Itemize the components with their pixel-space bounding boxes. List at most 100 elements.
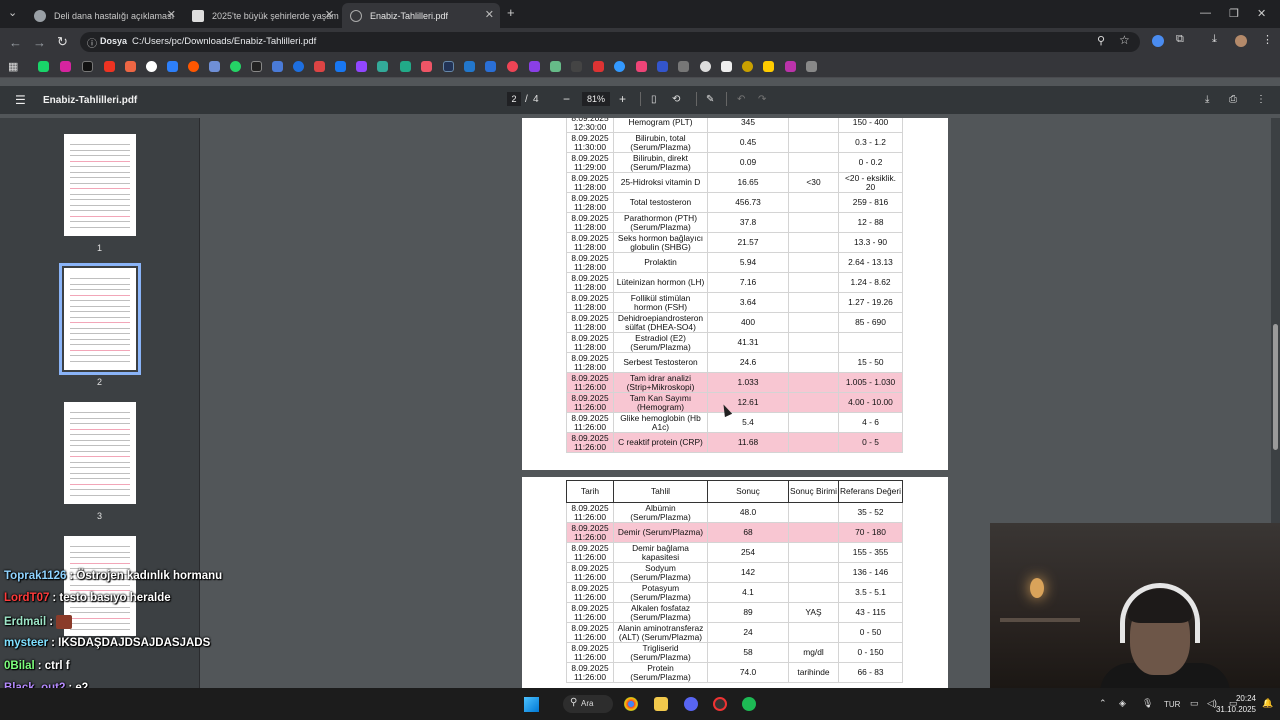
rotate-icon[interactable]: ⟲ (672, 94, 680, 105)
unit-cell: tarihinde (788, 662, 839, 683)
tab-deli-dana[interactable]: Deli dana hastalığı açıklaması ✕ (26, 3, 182, 28)
pdf-more-icon[interactable]: ⋮ (1256, 94, 1266, 105)
bookmark-icon[interactable] (593, 61, 604, 72)
bookmark-google-icon[interactable] (146, 61, 157, 72)
bookmark-icon[interactable] (485, 61, 496, 72)
bookmark-icon[interactable] (614, 61, 625, 72)
bookmark-icon[interactable] (763, 61, 774, 72)
menu-kebab-icon[interactable]: ⋮ (1262, 33, 1273, 46)
close-window-icon[interactable]: ✕ (1257, 7, 1266, 20)
bookmark-icon[interactable] (571, 61, 582, 72)
address-url[interactable]: C:/Users/pc/Downloads/Enabiz-Tahlilleri.… (132, 36, 316, 47)
file-explorer-icon[interactable] (654, 697, 668, 711)
minimize-icon[interactable]: — (1200, 7, 1211, 19)
bookmark-icon[interactable] (742, 61, 753, 72)
bookmark-twitch-icon[interactable] (356, 61, 367, 72)
print-icon[interactable]: ⎙ (1229, 94, 1237, 105)
bookmark-icon[interactable] (377, 61, 388, 72)
download-icon[interactable]: ⤓ (1212, 33, 1217, 46)
tab-enabiz-pdf[interactable]: Enabiz-Tahlilleri.pdf ✕ (342, 3, 500, 28)
bookmark-youtube-icon[interactable] (104, 61, 115, 72)
bookmark-icon[interactable] (529, 61, 540, 72)
bookmark-icon[interactable] (443, 61, 454, 72)
thumbnail-page-3[interactable] (64, 402, 136, 504)
pdf-download-icon[interactable]: ⤓ (1205, 94, 1209, 105)
zoom-out-button[interactable]: − (563, 92, 570, 106)
bookmark-icon[interactable] (464, 61, 475, 72)
bookmark-star-icon[interactable]: ☆ (1119, 33, 1130, 47)
bookmark-icon[interactable] (678, 61, 689, 72)
undo-icon[interactable]: ↶ (737, 94, 745, 105)
taskbar-clock[interactable]: 20:24 31.10.2025 (1216, 693, 1256, 715)
redo-icon[interactable]: ↷ (758, 94, 766, 105)
bookmark-icon[interactable] (785, 61, 796, 72)
thumbnail-line (70, 360, 130, 362)
bookmark-icon[interactable] (657, 61, 668, 72)
start-windows-icon[interactable] (524, 697, 539, 712)
bookmark-icon[interactable] (806, 61, 817, 72)
close-icon[interactable]: ✕ (325, 8, 334, 21)
language-indicator[interactable]: TUR (1164, 700, 1180, 709)
bookmark-facebook-icon[interactable] (335, 61, 346, 72)
notification-icon[interactable]: 🔔 (1262, 698, 1273, 709)
bookmark-whatsapp-icon[interactable] (230, 61, 241, 72)
spotify-icon[interactable] (742, 697, 756, 711)
avatar[interactable] (1235, 35, 1247, 47)
thumbnail-page-2[interactable] (59, 263, 141, 375)
bookmark-icon[interactable] (507, 61, 518, 72)
network-icon[interactable]: ▭ (1190, 698, 1199, 709)
test-time: 11:26:00 (574, 511, 606, 522)
restore-icon[interactable]: ❐ (1229, 7, 1239, 20)
page-number-input[interactable]: 2 (507, 92, 521, 106)
bookmark-icon[interactable] (314, 61, 325, 72)
chrome-icon[interactable] (624, 697, 638, 711)
bookmark-icon[interactable] (125, 61, 136, 72)
tray-app-icon[interactable]: ◈ (1119, 698, 1126, 709)
bookmark-icon[interactable] (700, 61, 711, 72)
bookmark-icon[interactable] (251, 61, 262, 72)
info-icon[interactable]: ⓘ (87, 35, 97, 50)
microphone-icon[interactable]: 🎙 (1142, 698, 1153, 709)
tab-search-icon[interactable]: ⌄ (8, 6, 17, 19)
zoom-in-button[interactable]: + (619, 92, 626, 106)
close-icon[interactable]: ✕ (167, 8, 176, 21)
extensions-puzzle-icon[interactable]: ⧉ (1176, 33, 1184, 46)
bookmark-icon[interactable] (209, 61, 220, 72)
bookmark-reddit-icon[interactable] (188, 61, 199, 72)
forward-icon[interactable]: → (33, 35, 46, 50)
bookmark-kick-icon[interactable] (38, 61, 49, 72)
scrollbar-thumb[interactable] (1273, 324, 1278, 450)
tray-chevron-icon[interactable]: ⌃ (1099, 698, 1107, 709)
thumbnail-page-1[interactable] (64, 134, 136, 236)
webcam-shelf (1000, 618, 1080, 622)
tab-sehirler[interactable]: 2025'te büyük şehirlerde yaşam ✕ (184, 3, 340, 28)
close-icon[interactable]: ✕ (485, 8, 494, 21)
bookmark-icon[interactable] (167, 61, 178, 72)
fit-page-icon[interactable]: ▯ (651, 94, 657, 105)
chat-message: Toprak1126: Östrojen kadınlık hormanu (4, 570, 304, 582)
new-tab-button[interactable]: + (507, 5, 515, 20)
bookmark-icon[interactable] (636, 61, 647, 72)
bookmark-icon[interactable] (550, 61, 561, 72)
bookmark-icon[interactable] (400, 61, 411, 72)
bookmark-icon[interactable] (272, 61, 283, 72)
bookmark-icon[interactable] (721, 61, 732, 72)
unit-cell (788, 192, 839, 213)
bookmark-instagram-icon[interactable] (60, 61, 71, 72)
zoom-input[interactable]: 81% (582, 92, 610, 106)
zoom-search-icon[interactable]: ⚲ (1097, 34, 1105, 47)
bookmark-icon[interactable] (293, 61, 304, 72)
reload-icon[interactable]: ↻ (57, 34, 68, 50)
extension-icon[interactable] (1152, 35, 1164, 47)
address-scheme-label: Dosya (100, 36, 128, 46)
app-icon[interactable] (713, 697, 727, 711)
hamburger-menu-icon[interactable]: ☰ (15, 93, 26, 107)
discord-icon[interactable] (684, 697, 698, 711)
thumbnail-line (70, 215, 130, 217)
annotate-pen-icon[interactable]: ✎ (706, 94, 714, 105)
bookmark-x-icon[interactable] (82, 61, 93, 72)
back-icon[interactable]: ← (9, 35, 22, 50)
apps-grid-icon[interactable]: ▦ (8, 60, 18, 73)
thumbnail-line (70, 278, 130, 279)
bookmark-icon[interactable] (421, 61, 432, 72)
